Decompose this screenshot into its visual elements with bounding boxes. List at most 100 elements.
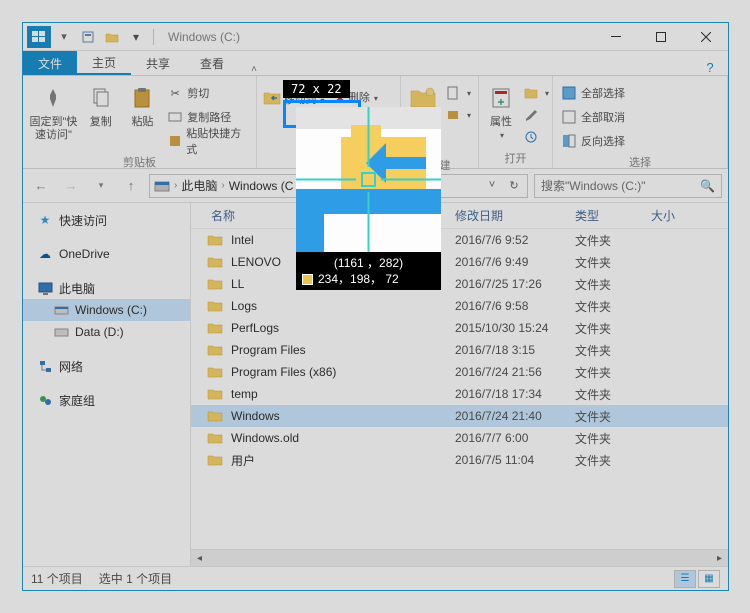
help-button[interactable]: ? <box>698 60 728 75</box>
table-row[interactable]: LENOVO2016/7/6 9:49文件夹 <box>191 251 728 273</box>
file-type: 文件夹 <box>575 232 651 249</box>
file-name: Windows.old <box>231 431 455 445</box>
delete-button[interactable]: ✕ 删除 ▾ <box>329 78 383 107</box>
column-header[interactable]: 名称 修改日期 类型 大小 <box>191 203 728 229</box>
address-bar[interactable]: › 此电脑 › Windows (C ˅ ↻ <box>149 174 528 198</box>
history-button[interactable] <box>521 126 551 148</box>
star-icon: ★ <box>37 212 53 228</box>
table-row[interactable]: Windows.old2016/7/7 6:00文件夹 <box>191 427 728 449</box>
tree-onedrive[interactable]: ☁OneDrive <box>23 243 190 265</box>
col-type[interactable]: 类型 <box>575 207 651 224</box>
file-date: 2016/7/6 9:49 <box>455 255 575 269</box>
file-type: 文件夹 <box>575 320 651 337</box>
file-name: Logs <box>231 299 455 313</box>
folder-icon <box>207 431 223 445</box>
view-details-button[interactable]: ☰ <box>674 570 696 588</box>
new-item-button[interactable]: ▾ <box>443 82 473 104</box>
new-folder-button[interactable]: 新建 文件夹 <box>407 78 439 155</box>
tree-drive-c[interactable]: Windows (C:) <box>23 299 190 321</box>
folder-icon <box>207 255 223 269</box>
qat-dropdown[interactable]: ▾ <box>53 26 75 48</box>
file-type: 文件夹 <box>575 408 651 425</box>
col-date[interactable]: 修改日期 <box>455 207 575 224</box>
table-row[interactable]: Program Files (x86)2016/7/24 21:56文件夹 <box>191 361 728 383</box>
select-none-button[interactable]: 全部取消 <box>559 106 627 128</box>
paste-button[interactable]: 粘贴 <box>124 78 162 129</box>
tree-this-pc[interactable]: 此电脑 <box>23 277 190 299</box>
table-row[interactable]: 用户2016/7/5 11:04文件夹 <box>191 449 728 471</box>
titlebar: ▾ ▾ Windows (C:) <box>23 23 728 51</box>
cut-icon: ✂ <box>167 85 183 101</box>
tab-home[interactable]: 主页 <box>77 51 131 75</box>
invert-icon <box>561 133 577 149</box>
table-row[interactable]: temp2016/7/18 17:34文件夹 <box>191 383 728 405</box>
tab-view[interactable]: 查看 <box>185 51 239 75</box>
open-button[interactable]: ▾ <box>521 82 551 104</box>
group-open: 属性 ▾ ▾ 打开 <box>479 76 553 168</box>
up-button[interactable]: ↑ <box>119 174 143 198</box>
view-icons-button[interactable]: ▦ <box>698 570 720 588</box>
easy-access-button[interactable]: ▾ <box>443 104 473 126</box>
select-all-icon <box>561 85 577 101</box>
tree-network[interactable]: 网络 <box>23 355 190 377</box>
tree-drive-d[interactable]: Data (D:) <box>23 321 190 343</box>
status-count: 11 个项目 <box>31 570 83 587</box>
properties-icon <box>485 82 517 114</box>
chevron-down-icon: ▾ <box>500 131 504 140</box>
edit-button[interactable] <box>521 104 551 126</box>
qat-newfolder-icon[interactable] <box>101 26 123 48</box>
nav-tree[interactable]: ★快速访问 ☁OneDrive 此电脑 Windows (C:) Data (D… <box>23 203 191 566</box>
search-icon[interactable]: 🔍 <box>700 179 715 193</box>
col-size[interactable]: 大小 <box>651 207 728 224</box>
address-dropdown[interactable]: ˅ <box>481 179 503 192</box>
tab-share[interactable]: 共享 <box>131 51 185 75</box>
search-input[interactable] <box>541 179 700 193</box>
close-button[interactable] <box>683 23 728 51</box>
qat-customize[interactable]: ▾ <box>125 26 147 48</box>
col-name[interactable]: 名称 <box>191 207 455 224</box>
minimize-button[interactable] <box>593 23 638 51</box>
file-date: 2016/7/6 9:58 <box>455 299 575 313</box>
maximize-button[interactable] <box>638 23 683 51</box>
file-type: 文件夹 <box>575 254 651 271</box>
file-name: Intel <box>231 233 455 247</box>
pin-button[interactable]: 固定到"快 速访问" <box>29 78 78 142</box>
breadcrumb-root[interactable]: 此电脑 <box>179 177 219 194</box>
table-row[interactable]: Program Files2016/7/18 3:15文件夹 <box>191 339 728 361</box>
cut-button[interactable]: ✂剪切 <box>165 82 250 104</box>
paste-shortcut-button[interactable]: 粘贴快捷方式 <box>165 130 250 152</box>
new-item-icon <box>445 85 461 101</box>
scroll-right-icon[interactable]: ▸ <box>711 550 728 566</box>
forward-button[interactable]: → <box>59 174 83 198</box>
search-box[interactable]: 🔍 <box>534 174 722 198</box>
scroll-left-icon[interactable]: ◂ <box>191 550 208 566</box>
status-selection: 选中 1 个项目 <box>99 570 172 587</box>
folder-icon <box>207 277 223 291</box>
back-button[interactable]: ← <box>29 174 53 198</box>
file-type: 文件夹 <box>575 452 651 469</box>
tab-file[interactable]: 文件 <box>23 51 77 75</box>
select-all-button[interactable]: 全部选择 <box>559 82 627 104</box>
properties-button[interactable]: 属性 ▾ <box>485 78 517 140</box>
refresh-button[interactable]: ↻ <box>503 179 525 192</box>
table-row[interactable]: PerfLogs2015/10/30 15:24文件夹 <box>191 317 728 339</box>
explorer-window: ▾ ▾ Windows (C:) 文件 主页 共享 查看 ˄ ? <box>22 22 729 591</box>
moveto-button[interactable]: 移动到 ▾ <box>263 78 325 111</box>
tree-homegroup[interactable]: 家庭组 <box>23 389 190 411</box>
copy-button[interactable]: 复制 <box>82 78 120 129</box>
h-scrollbar[interactable]: ◂ ▸ <box>191 549 728 566</box>
file-name: Program Files (x86) <box>231 365 455 379</box>
table-row[interactable]: Intel2016/7/6 9:52文件夹 <box>191 229 728 251</box>
recent-button[interactable]: ▾ <box>89 174 113 198</box>
breadcrumb-drive[interactable]: Windows (C <box>227 179 296 193</box>
table-row[interactable]: Logs2016/7/6 9:58文件夹 <box>191 295 728 317</box>
table-row[interactable]: Windows2016/7/24 21:40文件夹 <box>191 405 728 427</box>
qat-properties-icon[interactable] <box>77 26 99 48</box>
chevron-right-icon[interactable]: › <box>174 180 177 191</box>
table-row[interactable]: LL2016/7/25 17:26文件夹 <box>191 273 728 295</box>
chevron-right-icon[interactable]: › <box>221 180 224 191</box>
rows-container[interactable]: Intel2016/7/6 9:52文件夹LENOVO2016/7/6 9:49… <box>191 229 728 549</box>
invert-selection-button[interactable]: 反向选择 <box>559 130 627 152</box>
tree-quick-access[interactable]: ★快速访问 <box>23 209 190 231</box>
ribbon-collapse-button[interactable]: ˄ <box>239 64 269 75</box>
